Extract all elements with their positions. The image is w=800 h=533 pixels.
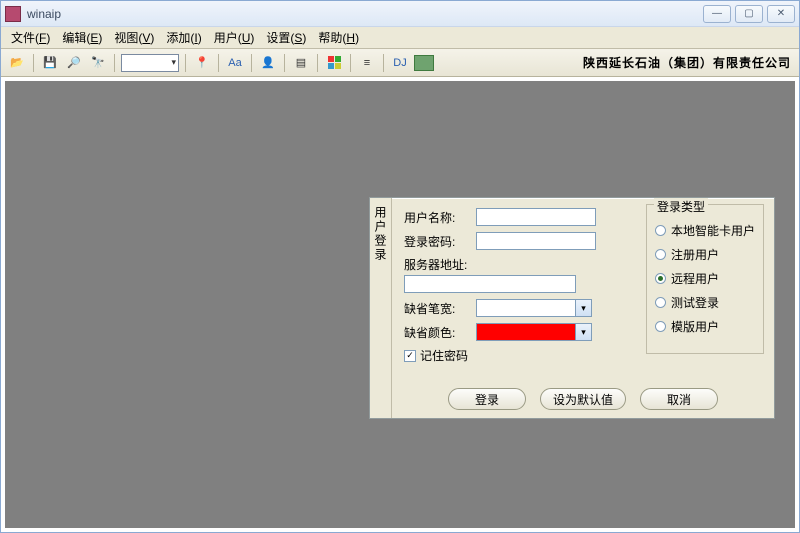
radio-button[interactable]	[655, 249, 666, 260]
radio-row[interactable]: 模版用户	[655, 318, 755, 335]
open-icon[interactable]: 📂	[7, 53, 27, 73]
font-icon[interactable]: Aa	[225, 53, 245, 73]
login-dialog: 用户登录 用户名称: 登录密码: 服务器地址: 缺省笔宽: ▾	[369, 197, 775, 419]
menu-item-i[interactable]: 添加(I)	[160, 27, 207, 48]
separator	[251, 54, 252, 72]
stamp-icon[interactable]	[414, 55, 434, 71]
username-label: 用户名称:	[404, 209, 476, 226]
cancel-button[interactable]: 取消	[640, 388, 718, 410]
close-button[interactable]: ✕	[767, 5, 795, 23]
separator	[218, 54, 219, 72]
remember-checkbox[interactable]: ✓	[404, 350, 416, 362]
toolbar-select[interactable]	[121, 54, 179, 72]
separator	[317, 54, 318, 72]
radio-row[interactable]: 本地智能卡用户	[655, 222, 755, 239]
radio-button[interactable]	[655, 225, 666, 236]
dj-icon[interactable]: DJ	[390, 53, 410, 73]
group-legend: 登录类型	[654, 198, 708, 215]
window-title: winaip	[27, 7, 703, 21]
dialog-tab: 用户登录	[370, 198, 392, 418]
separator	[284, 54, 285, 72]
save-icon[interactable]: 💾	[40, 53, 60, 73]
separator	[114, 54, 115, 72]
separator	[383, 54, 384, 72]
radio-label: 注册用户	[671, 246, 719, 263]
minimize-button[interactable]: —	[703, 5, 731, 23]
menu-item-u[interactable]: 用户(U)	[208, 27, 261, 48]
penwidth-dropdown-icon[interactable]: ▾	[576, 299, 592, 317]
radio-row[interactable]: 远程用户	[655, 270, 755, 287]
radio-button[interactable]	[655, 273, 666, 284]
color-label: 缺省颜色:	[404, 324, 476, 341]
search-icon[interactable]: 🔎	[64, 53, 84, 73]
list-icon[interactable]: ≡	[357, 53, 377, 73]
title-bar: winaip — ▢ ✕	[1, 1, 799, 27]
radio-row[interactable]: 注册用户	[655, 246, 755, 263]
radio-label: 测试登录	[671, 294, 719, 311]
remember-label: 记住密码	[420, 347, 468, 364]
radio-label: 远程用户	[671, 270, 719, 287]
separator	[33, 54, 34, 72]
user-icon[interactable]: 👤	[258, 53, 278, 73]
dialog-tab-label: 用户登录	[372, 206, 389, 262]
color-swatch[interactable]	[476, 323, 576, 341]
penwidth-label: 缺省笔宽:	[404, 300, 476, 317]
password-input[interactable]	[476, 232, 596, 250]
separator	[350, 54, 351, 72]
pin-icon[interactable]: 📍	[192, 53, 212, 73]
password-label: 登录密码:	[404, 233, 476, 250]
menu-item-s[interactable]: 设置(S)	[260, 27, 312, 48]
login-button[interactable]: 登录	[448, 388, 526, 410]
radio-button[interactable]	[655, 297, 666, 308]
color-grid-icon[interactable]	[324, 53, 344, 73]
set-default-button[interactable]: 设为默认值	[540, 388, 626, 410]
company-label: 陕西延长石油（集团）有限责任公司	[583, 54, 791, 71]
radio-label: 模版用户	[671, 318, 719, 335]
radio-button[interactable]	[655, 321, 666, 332]
username-input[interactable]	[476, 208, 596, 226]
menu-item-e[interactable]: 编辑(E)	[56, 27, 108, 48]
server-input[interactable]	[404, 275, 576, 293]
layers-icon[interactable]: ▤	[291, 53, 311, 73]
toolbar: 📂 💾 🔎 🔭 📍 Aa 👤 ▤ ≡ DJ 陕西延长石油（集团）有限责任公司	[1, 49, 799, 77]
color-dropdown-icon[interactable]: ▾	[576, 323, 592, 341]
app-icon	[5, 6, 21, 22]
separator	[185, 54, 186, 72]
menu-bar: 文件(F)编辑(E)视图(V)添加(I)用户(U)设置(S)帮助(H)	[1, 27, 799, 49]
maximize-button[interactable]: ▢	[735, 5, 763, 23]
menu-item-f[interactable]: 文件(F)	[5, 27, 56, 48]
menu-item-v[interactable]: 视图(V)	[108, 27, 160, 48]
server-label: 服务器地址:	[404, 256, 476, 273]
penwidth-input[interactable]	[476, 299, 576, 317]
radio-row[interactable]: 测试登录	[655, 294, 755, 311]
menu-item-h[interactable]: 帮助(H)	[312, 27, 365, 48]
binoculars-icon[interactable]: 🔭	[88, 53, 108, 73]
login-type-group: 登录类型 本地智能卡用户注册用户远程用户测试登录模版用户	[646, 204, 764, 354]
radio-label: 本地智能卡用户	[671, 222, 755, 239]
